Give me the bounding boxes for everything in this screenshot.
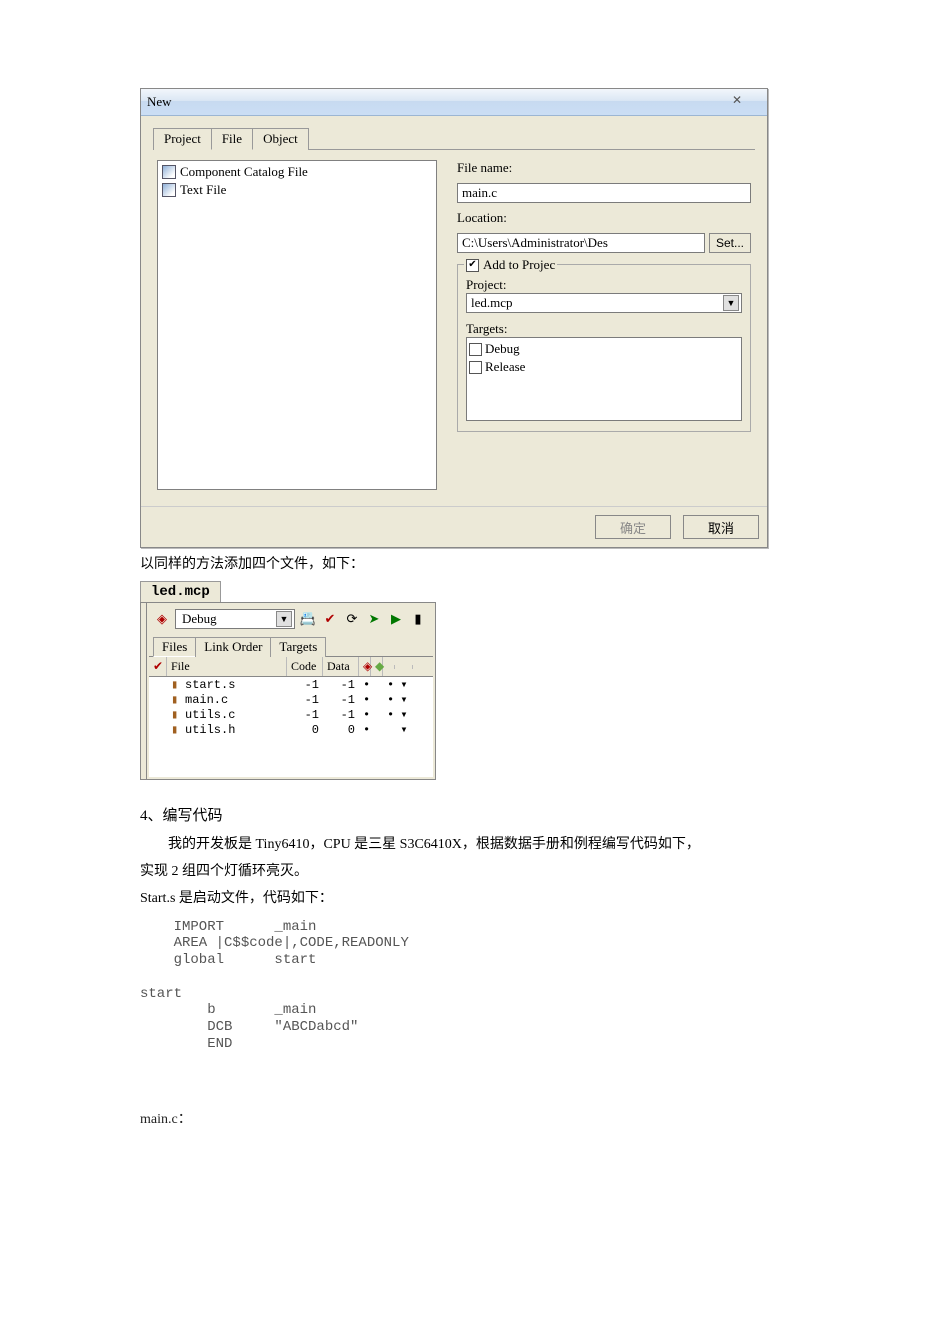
project-select[interactable]: led.mcp ▼ xyxy=(466,293,742,313)
expand-icon[interactable]: ▾ xyxy=(395,677,413,692)
file-icon: ▮ xyxy=(171,722,185,737)
filetype-list[interactable]: Component Catalog File Text File xyxy=(157,160,437,490)
add-to-project-legend: Add to Projec xyxy=(464,257,557,273)
table-row[interactable]: ▮start.s -1 -1 • • ▾ xyxy=(149,677,433,692)
mainc-label: main.c： xyxy=(140,1109,805,1130)
filename-label: File name: xyxy=(457,160,751,176)
col-data: Data xyxy=(323,657,359,676)
col-bug-icon: ◈ xyxy=(359,657,371,676)
project-toolbar: ◈ Debug ▼ 📇 ✔ ⟳ ➤ ▶ ▮ xyxy=(149,605,433,633)
project-subtabs: Files Link Order Targets xyxy=(149,633,433,657)
run-icon[interactable]: ▶ xyxy=(387,610,405,628)
ok-button[interactable]: 确定 xyxy=(595,515,671,539)
tab-project[interactable]: Project xyxy=(153,128,212,150)
filetype-component-catalog[interactable]: Component Catalog File xyxy=(160,163,434,181)
add-to-project-label: Add to Projec xyxy=(483,257,555,273)
check-icon[interactable]: ✔ xyxy=(321,610,339,628)
catalog-file-icon xyxy=(162,165,176,179)
file-icon: ▮ xyxy=(171,707,185,722)
location-label: Location: xyxy=(457,210,751,226)
cancel-button[interactable]: 取消 xyxy=(683,515,759,539)
dialog-right-column: File name: Location: Set... Add to Proje… xyxy=(457,160,751,490)
release-checkbox[interactable] xyxy=(469,361,482,374)
target-select[interactable]: Debug ▼ xyxy=(175,609,295,629)
handle-icon[interactable]: ▮ xyxy=(409,610,427,628)
between-text: 以同样的方法添加四个文件，如下： xyxy=(140,554,805,575)
project-select-label: Project: xyxy=(466,277,742,293)
location-input[interactable] xyxy=(457,233,705,253)
table-row[interactable]: ▮utils.h 0 0 • ▾ xyxy=(149,722,433,737)
project-file-tab-header: led.mcp xyxy=(140,581,805,602)
settings-icon[interactable]: 📇 xyxy=(299,610,317,628)
expand-icon[interactable]: ▾ xyxy=(395,707,413,722)
targets-label: Targets: xyxy=(466,321,742,337)
target-release[interactable]: Release xyxy=(469,358,739,376)
text-file-icon xyxy=(162,183,176,197)
filename-input[interactable] xyxy=(457,183,751,203)
file-tab-panel: Component Catalog File Text File File na… xyxy=(153,150,755,494)
close-icon[interactable]: ✕ xyxy=(717,93,757,109)
expand-icon[interactable]: ▾ xyxy=(395,692,413,707)
col-target-icon: ◆ xyxy=(371,657,383,676)
section4-line1: 我的开发板是 Tiny6410，CPU 是三星 S3C6410X，根据数据手册和… xyxy=(140,834,805,855)
target-debug[interactable]: Debug xyxy=(469,340,739,358)
col-code: Code xyxy=(287,657,323,676)
dialog-tabs: Project File Object xyxy=(153,128,755,150)
debug-icon[interactable]: ➤ xyxy=(365,610,383,628)
new-dialog: New ✕ Project File Object Component Cata… xyxy=(140,88,768,548)
filetype-text-file[interactable]: Text File xyxy=(160,181,434,199)
code-start-s: IMPORT _main AREA |C$$code|,CODE,READONL… xyxy=(140,919,805,1053)
table-row[interactable]: ▮main.c -1 -1 • • ▾ xyxy=(149,692,433,707)
file-icon: ▮ xyxy=(171,692,185,707)
sync-icon[interactable]: ⟳ xyxy=(343,610,361,628)
project-file-tab[interactable]: led.mcp xyxy=(140,581,221,602)
section4-line2: 实现 2 组四个灯循环亮灭。 xyxy=(140,861,805,882)
target-icon[interactable]: ◈ xyxy=(153,610,171,628)
targets-list[interactable]: Debug Release xyxy=(466,337,742,421)
subtab-files[interactable]: Files xyxy=(153,637,196,657)
tab-file[interactable]: File xyxy=(211,128,253,150)
add-to-project-group: Add to Projec Project: led.mcp ▼ Targets… xyxy=(457,264,751,432)
file-icon: ▮ xyxy=(171,677,185,692)
tab-object[interactable]: Object xyxy=(252,128,309,150)
chevron-down-icon[interactable]: ▼ xyxy=(723,295,739,311)
add-to-project-checkbox[interactable] xyxy=(466,259,479,272)
file-list-header: ✔ File Code Data ◈ ◆ xyxy=(149,657,433,677)
dialog-body: Project File Object Component Catalog Fi… xyxy=(141,116,767,506)
col-file: File xyxy=(167,657,287,676)
col-check-icon: ✔ xyxy=(149,657,167,676)
table-row[interactable]: ▮utils.c -1 -1 • • ▾ xyxy=(149,707,433,722)
dialog-title: New xyxy=(147,94,172,110)
subtab-link-order[interactable]: Link Order xyxy=(195,637,271,657)
file-list: ✔ File Code Data ◈ ◆ ▮start.s -1 -1 • • … xyxy=(149,656,433,777)
set-location-button[interactable]: Set... xyxy=(709,233,751,253)
expand-icon[interactable]: ▾ xyxy=(395,722,413,737)
chevron-down-icon[interactable]: ▼ xyxy=(276,611,292,627)
project-panel: ◈ Debug ▼ 📇 ✔ ⟳ ➤ ▶ ▮ Files Link Order T… xyxy=(146,602,436,780)
section4-heading: 4、编写代码 xyxy=(140,805,805,828)
dialog-footer: 确定 取消 xyxy=(141,506,767,547)
section4-line3: Start.s 是启动文件，代码如下： xyxy=(140,888,805,909)
subtab-targets[interactable]: Targets xyxy=(270,637,326,657)
debug-checkbox[interactable] xyxy=(469,343,482,356)
dialog-titlebar: New ✕ xyxy=(141,89,767,116)
